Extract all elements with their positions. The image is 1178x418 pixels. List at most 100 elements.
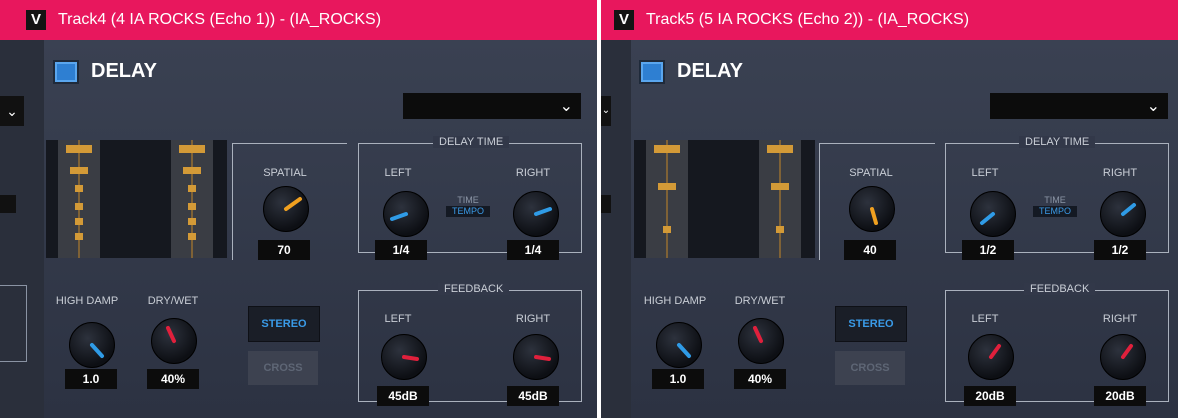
- chevron-down-icon: ⌄: [1146, 98, 1160, 115]
- meter-marker: [658, 183, 676, 190]
- feedback-left-label: LEFT: [384, 313, 412, 325]
- dry-wet-knob[interactable]: [738, 318, 784, 364]
- meter-marker: [776, 226, 784, 233]
- high-damp-label: HIGH DAMP: [55, 295, 119, 307]
- delay-time-right-label: RIGHT: [515, 167, 551, 179]
- feedback-right-value[interactable]: 45dB: [507, 386, 559, 406]
- feedback-left-knob[interactable]: [968, 334, 1014, 380]
- plugin-window-track5: V Track5 (5 IA ROCKS (Echo 2)) - (IA_ROC…: [601, 0, 1178, 418]
- dry-wet-value[interactable]: 40%: [147, 369, 199, 389]
- chevron-down-icon[interactable]: ⌄: [0, 96, 24, 126]
- feedback-left-value[interactable]: 20dB: [964, 386, 1016, 406]
- meter-marker: [179, 145, 205, 153]
- chevron-down-icon[interactable]: ⌄: [601, 96, 611, 126]
- meter-marker: [66, 145, 92, 153]
- meter-marker: [188, 203, 196, 210]
- feedback-right-knob[interactable]: [1100, 334, 1146, 380]
- side-control[interactable]: [0, 195, 16, 213]
- meter-marker: [75, 218, 83, 225]
- window-title: Track4 (4 IA ROCKS (Echo 1)) - (IA_ROCKS…: [58, 11, 382, 28]
- side-control[interactable]: [601, 195, 611, 213]
- meter-marker: [188, 185, 196, 192]
- meter-marker: [654, 145, 680, 153]
- feedback-right-label: RIGHT: [1102, 313, 1138, 325]
- title-bar[interactable]: V Track5 (5 IA ROCKS (Echo 2)) - (IA_ROC…: [601, 0, 1178, 40]
- feedback-right-label: RIGHT: [515, 313, 551, 325]
- delay-time-left-value[interactable]: 1/2: [962, 240, 1014, 260]
- preset-dropdown[interactable]: ⌄: [990, 93, 1168, 119]
- feedback-left-knob[interactable]: [381, 334, 427, 380]
- delay-time-right-knob[interactable]: [1100, 191, 1146, 237]
- dry-wet-label: DRY/WET: [734, 295, 786, 307]
- feedback-left-label: LEFT: [971, 313, 999, 325]
- meter-left: [58, 140, 100, 258]
- feedback-title: FEEDBACK: [438, 283, 510, 295]
- spatial-label: SPATIAL: [849, 167, 893, 179]
- plugin-name: DELAY: [91, 60, 157, 82]
- meter-marker: [183, 167, 201, 174]
- meter-marker: [75, 233, 83, 240]
- meter-marker: [771, 183, 789, 190]
- high-damp-knob[interactable]: [69, 322, 115, 368]
- spatial-label: SPATIAL: [263, 167, 307, 179]
- meter-marker: [75, 203, 83, 210]
- time-option[interactable]: TIME: [446, 195, 490, 206]
- window-title: Track5 (5 IA ROCKS (Echo 2)) - (IA_ROCKS…: [646, 11, 970, 28]
- delay-enable-toggle[interactable]: [639, 60, 665, 84]
- dry-wet-value[interactable]: 40%: [734, 369, 786, 389]
- app-logo-icon: V: [614, 10, 634, 30]
- spatial-value[interactable]: 40: [844, 240, 896, 260]
- side-strip: ⌄: [601, 40, 631, 418]
- high-damp-label: HIGH DAMP: [643, 295, 707, 307]
- meter-marker: [70, 167, 88, 174]
- side-panel-frame: [0, 285, 27, 362]
- plugin-name: DELAY: [677, 60, 743, 82]
- meter-left: [646, 140, 688, 258]
- delay-time-left-label: LEFT: [384, 167, 412, 179]
- delay-time-left-label: LEFT: [971, 167, 999, 179]
- high-damp-knob[interactable]: [656, 322, 702, 368]
- stereo-button[interactable]: STEREO: [835, 306, 907, 342]
- delay-time-left-knob[interactable]: [970, 191, 1016, 237]
- cross-button[interactable]: CROSS: [835, 351, 905, 385]
- side-strip: ⌄: [0, 40, 44, 418]
- preset-dropdown[interactable]: ⌄: [403, 93, 581, 119]
- plugin-window-track4: V Track4 (4 IA ROCKS (Echo 1)) - (IA_ROC…: [0, 0, 597, 418]
- cross-button[interactable]: CROSS: [248, 351, 318, 385]
- spatial-value[interactable]: 70: [258, 240, 310, 260]
- meter-marker: [767, 145, 793, 153]
- tempo-option[interactable]: TEMPO: [1033, 206, 1077, 217]
- dry-wet-knob[interactable]: [151, 318, 197, 364]
- delay-time-right-label: RIGHT: [1102, 167, 1138, 179]
- high-damp-value[interactable]: 1.0: [652, 369, 704, 389]
- spatial-knob[interactable]: [263, 186, 309, 232]
- time-tempo-switch[interactable]: TIME TEMPO: [1033, 195, 1077, 217]
- time-tempo-switch[interactable]: TIME TEMPO: [446, 195, 490, 217]
- feedback-right-knob[interactable]: [513, 334, 559, 380]
- title-bar[interactable]: V Track4 (4 IA ROCKS (Echo 1)) - (IA_ROC…: [0, 0, 597, 40]
- meter-marker: [188, 218, 196, 225]
- meter-marker: [663, 226, 671, 233]
- time-option[interactable]: TIME: [1033, 195, 1077, 206]
- delay-time-title: DELAY TIME: [1019, 136, 1096, 148]
- feedback-right-value[interactable]: 20dB: [1094, 386, 1146, 406]
- meter-marker: [188, 233, 196, 240]
- feedback-title: FEEDBACK: [1024, 283, 1096, 295]
- delay-time-left-knob[interactable]: [383, 191, 429, 237]
- feedback-left-value[interactable]: 45dB: [377, 386, 429, 406]
- dry-wet-label: DRY/WET: [147, 295, 199, 307]
- tempo-option[interactable]: TEMPO: [446, 206, 490, 217]
- high-damp-value[interactable]: 1.0: [65, 369, 117, 389]
- delay-time-left-value[interactable]: 1/4: [375, 240, 427, 260]
- delay-time-right-value[interactable]: 1/4: [507, 240, 559, 260]
- chevron-down-icon: ⌄: [559, 98, 573, 115]
- meter-right: [171, 140, 213, 258]
- meter-marker: [75, 185, 83, 192]
- app-logo-icon: V: [26, 10, 46, 30]
- delay-time-right-knob[interactable]: [513, 191, 559, 237]
- stereo-button[interactable]: STEREO: [248, 306, 320, 342]
- delay-enable-toggle[interactable]: [53, 60, 79, 84]
- spatial-knob[interactable]: [849, 186, 895, 232]
- meter-right: [759, 140, 801, 258]
- delay-time-right-value[interactable]: 1/2: [1094, 240, 1146, 260]
